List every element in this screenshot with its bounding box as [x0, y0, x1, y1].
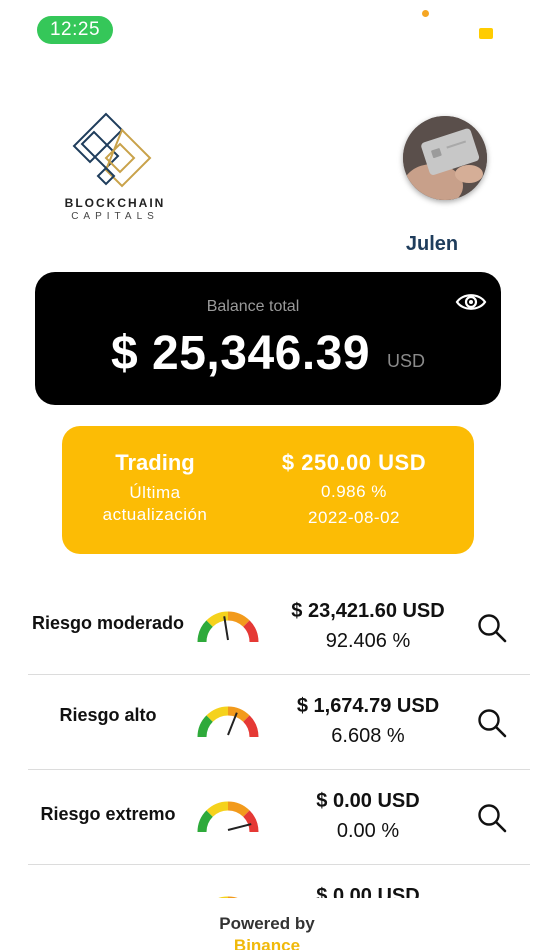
risk-name: Riesgo moderado	[31, 613, 185, 633]
search-icon	[478, 709, 507, 738]
balance-label: Balance total	[206, 298, 300, 315]
gauge-icon	[194, 798, 262, 838]
powered-by-label: Powered by	[219, 914, 315, 933]
trading-title: Trading	[115, 450, 195, 475]
eye-icon	[455, 294, 487, 310]
trading-date: 2022-08-02	[308, 508, 400, 527]
gauge-segment	[242, 715, 259, 738]
user-name: Julen	[405, 233, 459, 255]
risk-name: Riesgo alto	[59, 705, 157, 725]
trading-percent: 0.986 %	[321, 482, 387, 501]
risk-row-alto[interactable]: Riesgo alto $ 1,674.79 USD 6.608 %	[28, 675, 530, 770]
risk-percent: 92.406 %	[325, 630, 411, 652]
trading-card[interactable]: Trading Última actualización $ 250.00 US…	[62, 426, 474, 554]
gauge-segment	[197, 810, 214, 833]
gauge-icon	[194, 608, 262, 648]
search-button[interactable]	[476, 612, 508, 644]
gauge-segment	[227, 706, 250, 723]
status-time: 12:25	[37, 16, 113, 44]
risk-row-moderado[interactable]: Riesgo moderado $ 23,421.60 USD 92.406 %	[28, 580, 530, 675]
balance-amount: $ 25,346.39	[111, 327, 371, 380]
gauge-needle	[227, 823, 252, 831]
search-icon	[478, 804, 507, 833]
logo-text-secondary: CAPITALS	[71, 211, 159, 222]
risk-amount: $ 23,421.60 USD	[291, 600, 445, 622]
balance-card: Balance total $ 25,346.39 USD	[35, 272, 501, 405]
search-button[interactable]	[476, 707, 508, 739]
battery-icon	[479, 28, 493, 39]
balance-currency: USD	[387, 351, 426, 371]
risk-name: Riesgo extremo	[40, 804, 176, 824]
gauge-segment	[242, 810, 259, 833]
risk-row-extremo[interactable]: Riesgo extremo $ 0.00 USD 0.00 %	[28, 770, 530, 865]
logo-text-primary: BLOCKCHAIN	[64, 196, 166, 210]
gauge-segment	[206, 706, 229, 723]
trading-last-update-label: Última actualización	[102, 483, 208, 524]
trading-amount: $ 250.00 USD	[281, 450, 427, 475]
logo-mark-icon	[72, 112, 152, 188]
binance-brand-link[interactable]: Binance	[0, 936, 534, 950]
search-icon	[478, 614, 507, 643]
risk-percent: 6.608 %	[331, 725, 405, 747]
privacy-indicator-dot	[422, 10, 429, 17]
gauge-segment	[227, 611, 250, 628]
gauge-segment	[197, 715, 214, 738]
risk-amount: $ 1,674.79 USD	[296, 695, 440, 717]
gauge-segment	[242, 620, 259, 643]
gauge-icon	[194, 703, 262, 743]
toggle-balance-visibility-button[interactable]	[455, 290, 487, 314]
avatar-photo	[403, 116, 487, 200]
risk-percent: 0.00 %	[336, 820, 400, 842]
status-bar: 12:25	[0, 0, 534, 60]
footer: Powered by Binance	[0, 898, 534, 950]
gauge-segment	[206, 801, 229, 818]
risk-amount: $ 0.00 USD	[316, 790, 420, 812]
blockchain-capitals-logo: BLOCKCHAIN CAPITALS	[60, 110, 170, 230]
search-button[interactable]	[476, 802, 508, 834]
avatar[interactable]	[403, 116, 487, 200]
gauge-segment	[227, 801, 250, 818]
gauge-needle	[227, 712, 238, 736]
gauge-segment	[197, 620, 214, 643]
